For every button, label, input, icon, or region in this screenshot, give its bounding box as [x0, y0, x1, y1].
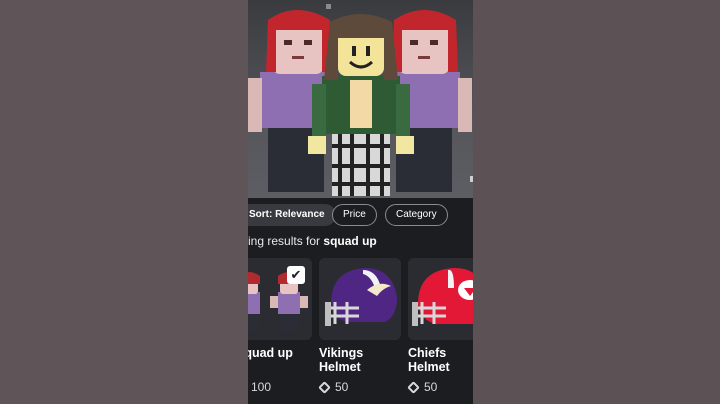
- price-value: 50: [335, 380, 349, 394]
- item-name-text: Chiefs Helmet: [408, 346, 450, 374]
- category-filter-chip[interactable]: Category: [385, 204, 448, 226]
- item-card-squad-up[interactable]: ✔: [248, 258, 312, 340]
- item-price-vikings-helmet: 50: [318, 380, 349, 394]
- chiefs-helmet-thumbnail: [408, 258, 473, 340]
- item-price-squad-up: 100: [248, 380, 271, 394]
- results-prefix: Showing results for: [248, 234, 321, 248]
- sort-chip[interactable]: Sort: Relevance: [248, 204, 336, 226]
- item-name-vikings-helmet[interactable]: Vikings Helmet: [319, 346, 399, 374]
- item-price-chiefs-helmet: 50: [407, 380, 438, 394]
- vikings-helmet-thumbnail: [319, 258, 401, 340]
- price-value: 50: [424, 380, 438, 394]
- price-filter-chip[interactable]: Price: [332, 204, 377, 226]
- avatar-preview[interactable]: [248, 0, 473, 198]
- right-backdrop: [473, 0, 720, 404]
- results-caption: Showing results for squad up: [248, 234, 377, 248]
- item-name-text: Vikings Helmet: [319, 346, 364, 374]
- item-name-chiefs-helmet[interactable]: Chiefs Helmet: [408, 346, 473, 374]
- item-name-squad-up[interactable]: Squad up: [248, 346, 316, 360]
- avatar-preview-art: [248, 10, 473, 196]
- results-query: squad up: [323, 234, 377, 248]
- price-value: 100: [251, 380, 272, 394]
- item-name-text: Squad up: [248, 346, 293, 360]
- filter-bar: Sort: Relevance Price Category: [248, 204, 473, 226]
- robux-icon: [318, 381, 331, 394]
- phone-screen: Sort: Relevance Price Category Showing r…: [248, 0, 473, 404]
- item-card-chiefs-helmet[interactable]: [408, 258, 473, 340]
- item-card-vikings-helmet[interactable]: [319, 258, 401, 340]
- left-backdrop: [0, 0, 248, 404]
- robux-icon: [407, 381, 420, 394]
- selected-checkmark-icon[interactable]: ✔: [287, 266, 305, 284]
